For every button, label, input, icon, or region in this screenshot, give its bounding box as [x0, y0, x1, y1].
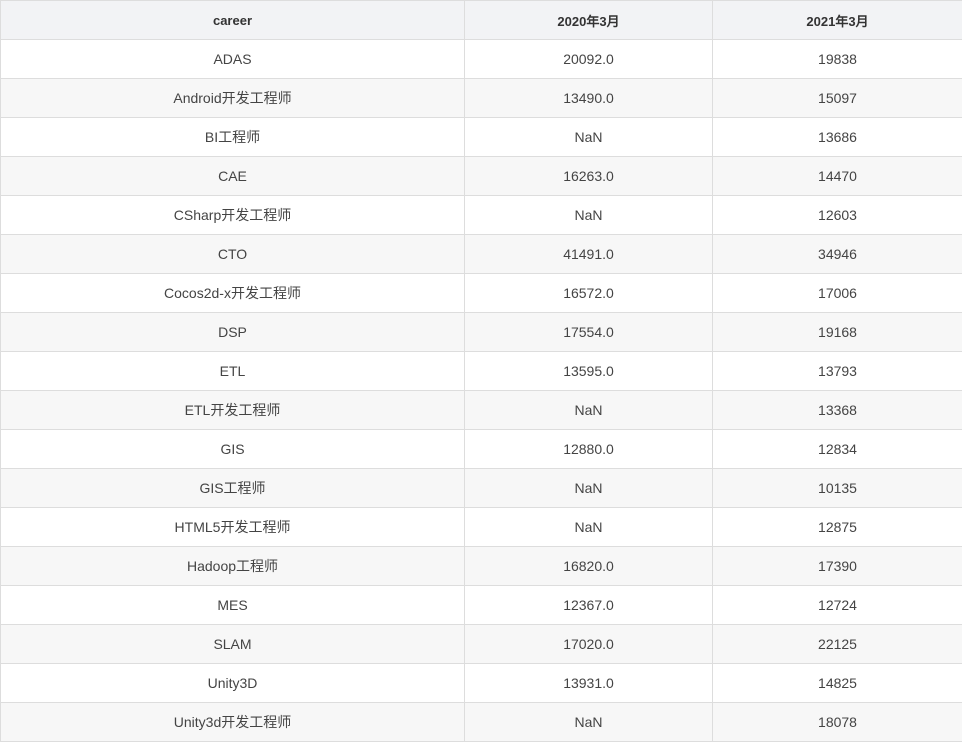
table-row: GIS工程师 NaN 10135 [0, 468, 962, 508]
table-row: ETL 13595.0 13793 [0, 351, 962, 391]
cell-2021-03: 19838 [712, 39, 962, 79]
cell-career: MES [0, 585, 465, 625]
cell-2020-03: 13931.0 [464, 663, 713, 703]
cell-2021-03: 14825 [712, 663, 962, 703]
table-row: SLAM 17020.0 22125 [0, 624, 962, 664]
cell-2021-03: 34946 [712, 234, 962, 274]
table-row: DSP 17554.0 19168 [0, 312, 962, 352]
cell-career: GIS工程师 [0, 468, 465, 508]
column-header-2021-03[interactable]: 2021年3月 [712, 0, 962, 40]
cell-2020-03: 20092.0 [464, 39, 713, 79]
data-table-container: career 2020年3月 2021年3月 ADAS 20092.0 1983… [0, 0, 962, 743]
cell-2020-03: 16572.0 [464, 273, 713, 313]
table-row: Cocos2d-x开发工程师 16572.0 17006 [0, 273, 962, 313]
cell-career: Unity3D [0, 663, 465, 703]
table-row: GIS 12880.0 12834 [0, 429, 962, 469]
cell-career: DSP [0, 312, 465, 352]
cell-2021-03: 14470 [712, 156, 962, 196]
table-header: career 2020年3月 2021年3月 [0, 0, 962, 40]
cell-2021-03: 18078 [712, 702, 962, 742]
cell-2020-03: NaN [464, 390, 713, 430]
cell-career: Cocos2d-x开发工程师 [0, 273, 465, 313]
cell-2020-03: 41491.0 [464, 234, 713, 274]
cell-career: CSharp开发工程师 [0, 195, 465, 235]
cell-2021-03: 13686 [712, 117, 962, 157]
cell-career: ETL开发工程师 [0, 390, 465, 430]
cell-career: CAE [0, 156, 465, 196]
table-row: Hadoop工程师 16820.0 17390 [0, 546, 962, 586]
cell-2021-03: 13368 [712, 390, 962, 430]
header-row: career 2020年3月 2021年3月 [0, 0, 962, 40]
cell-2020-03: 16263.0 [464, 156, 713, 196]
cell-2021-03: 22125 [712, 624, 962, 664]
cell-2020-03: NaN [464, 195, 713, 235]
table-row: MES 12367.0 12724 [0, 585, 962, 625]
table-row: CSharp开发工程师 NaN 12603 [0, 195, 962, 235]
cell-2020-03: 16820.0 [464, 546, 713, 586]
cell-2020-03: NaN [464, 507, 713, 547]
column-header-career[interactable]: career [0, 0, 465, 40]
cell-career: Unity3d开发工程师 [0, 702, 465, 742]
cell-career: Hadoop工程师 [0, 546, 465, 586]
table-row: HTML5开发工程师 NaN 12875 [0, 507, 962, 547]
cell-2020-03: 13490.0 [464, 78, 713, 118]
table-row: Unity3D 13931.0 14825 [0, 663, 962, 703]
table-row: ADAS 20092.0 19838 [0, 39, 962, 79]
cell-2021-03: 17006 [712, 273, 962, 313]
cell-2020-03: 13595.0 [464, 351, 713, 391]
table-row: CTO 41491.0 34946 [0, 234, 962, 274]
cell-career: CTO [0, 234, 465, 274]
cell-career: GIS [0, 429, 465, 469]
table-row: Unity3d开发工程师 NaN 18078 [0, 702, 962, 742]
cell-2021-03: 15097 [712, 78, 962, 118]
cell-career: SLAM [0, 624, 465, 664]
cell-career: HTML5开发工程师 [0, 507, 465, 547]
cell-2020-03: 12367.0 [464, 585, 713, 625]
column-header-2020-03[interactable]: 2020年3月 [464, 0, 713, 40]
cell-career: Android开发工程师 [0, 78, 465, 118]
cell-career: ETL [0, 351, 465, 391]
table-row: ETL开发工程师 NaN 13368 [0, 390, 962, 430]
cell-2020-03: 17020.0 [464, 624, 713, 664]
table-row: BI工程师 NaN 13686 [0, 117, 962, 157]
cell-2021-03: 13793 [712, 351, 962, 391]
cell-2021-03: 10135 [712, 468, 962, 508]
cell-career: BI工程师 [0, 117, 465, 157]
cell-2020-03: NaN [464, 702, 713, 742]
cell-2021-03: 12834 [712, 429, 962, 469]
cell-2021-03: 12724 [712, 585, 962, 625]
table-body: ADAS 20092.0 19838 Android开发工程师 13490.0 … [0, 39, 962, 742]
cell-2021-03: 12603 [712, 195, 962, 235]
cell-2020-03: 17554.0 [464, 312, 713, 352]
salary-table: career 2020年3月 2021年3月 ADAS 20092.0 1983… [0, 0, 962, 742]
table-row: Android开发工程师 13490.0 15097 [0, 78, 962, 118]
cell-2021-03: 12875 [712, 507, 962, 547]
cell-2020-03: NaN [464, 468, 713, 508]
cell-2020-03: 12880.0 [464, 429, 713, 469]
cell-2021-03: 19168 [712, 312, 962, 352]
cell-2020-03: NaN [464, 117, 713, 157]
table-row: CAE 16263.0 14470 [0, 156, 962, 196]
cell-2021-03: 17390 [712, 546, 962, 586]
cell-career: ADAS [0, 39, 465, 79]
